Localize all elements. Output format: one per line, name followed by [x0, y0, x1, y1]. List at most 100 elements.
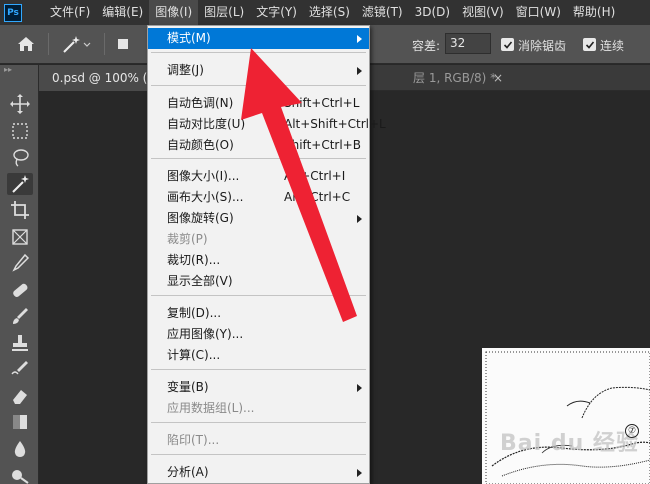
menu-item-3[interactable]: 图层(L): [198, 0, 250, 25]
tools-panel: ▸▸: [0, 65, 39, 484]
check-icon: [585, 40, 594, 49]
image-menu-item-8: 裁剪(P): [148, 229, 369, 250]
eraser-icon[interactable]: [7, 385, 33, 407]
eyedropper-icon[interactable]: [7, 252, 33, 274]
image-menu-item-14[interactable]: 变量(B): [148, 377, 369, 398]
image-menu-item-9[interactable]: 裁切(R)...: [148, 250, 369, 271]
image-menu-item-6[interactable]: 画布大小(S)... Alt+Ctrl+C: [148, 187, 369, 208]
menu-items: 文件(F) 编辑(E) 图像(I) 图层(L) 文字(Y) 选择(S) 滤镜(T) 3D(D)…: [44, 0, 621, 25]
image-menu-item-5[interactable]: 图像大小(I)... Alt+Ctrl+I: [148, 166, 369, 187]
menu-separator: [151, 422, 366, 423]
history-brush-icon[interactable]: [7, 358, 33, 380]
contiguous-checkbox[interactable]: [583, 38, 596, 51]
document-tab-title-rest[interactable]: 层 1, RGB/8) *: [413, 65, 496, 91]
image-menu-item-2[interactable]: 自动色调(N) Shift+Ctrl+L: [148, 93, 369, 114]
menu-item-shortcut: Alt+Ctrl+C: [284, 190, 351, 204]
marquee-icon[interactable]: [7, 120, 33, 142]
brush-icon[interactable]: [7, 305, 33, 327]
antialias-checkbox[interactable]: [501, 38, 514, 51]
submenu-arrow-icon: [357, 469, 362, 477]
menu-item-0[interactable]: 文件(F): [44, 0, 96, 25]
image-menu-item-13[interactable]: 计算(C)...: [148, 345, 369, 366]
menu-separator: [151, 158, 366, 159]
blur-icon[interactable]: [7, 438, 33, 460]
menu-item-label: 应用图像(Y)...: [167, 327, 244, 341]
magic-wand-icon[interactable]: [7, 172, 33, 195]
antialias-label: 消除锯齿: [518, 39, 567, 53]
menu-separator: [151, 369, 366, 370]
stamp-icon[interactable]: [7, 332, 33, 354]
menu-item-5[interactable]: 选择(S): [303, 0, 356, 25]
menu-item-label: 画布大小(S)...: [167, 190, 244, 204]
menu-item-shortcut: Shift+Ctrl+L: [284, 96, 360, 110]
close-tab-icon[interactable]: ×: [493, 65, 503, 91]
move-icon[interactable]: [7, 93, 33, 115]
image-menu-item-3[interactable]: 自动对比度(U) Alt+Shift+Ctrl+L: [148, 114, 386, 135]
menu-item-label: 自动色调(N): [167, 96, 234, 110]
menu-item-label: 分析(A): [167, 465, 209, 479]
submenu-arrow-icon: [357, 384, 362, 392]
photoshop-logo-icon[interactable]: Ps: [4, 3, 22, 22]
panel-grip-icon[interactable]: ▸▸: [4, 66, 22, 74]
menu-separator: [151, 52, 366, 53]
frame-icon[interactable]: [7, 226, 33, 248]
healing-icon[interactable]: [7, 279, 33, 301]
new-selection-icon[interactable]: [118, 39, 128, 49]
menu-item-7[interactable]: 3D(D): [409, 0, 456, 25]
document-image: [482, 348, 650, 484]
image-menu-item-10[interactable]: 显示全部(V): [148, 271, 369, 292]
document-tab[interactable]: 0.psd @ 100% (图: [39, 65, 147, 91]
dodge-icon[interactable]: [7, 464, 33, 484]
menu-item-label: 模式(M): [167, 31, 211, 45]
image-menu-item-16: 陷印(T)...: [148, 430, 369, 451]
menu-item-label: 图像大小(I)...: [167, 169, 240, 183]
menu-item-4[interactable]: 文字(Y): [250, 0, 303, 25]
lasso-icon[interactable]: [7, 146, 33, 168]
crop-icon[interactable]: [7, 199, 33, 221]
menu-item-6[interactable]: 滤镜(T): [356, 0, 409, 25]
image-menu-item-17[interactable]: 分析(A): [148, 462, 369, 483]
menu-item-label: 裁剪(P): [167, 232, 208, 246]
menu-item-label: 自动颜色(O): [167, 138, 234, 152]
menu-item-label: 显示全部(V): [167, 274, 233, 288]
magic-wand-preset-icon[interactable]: [60, 33, 92, 55]
menu-item-2[interactable]: 图像(I): [149, 0, 199, 25]
gradient-icon[interactable]: [7, 411, 33, 433]
menu-item-9[interactable]: 窗口(W): [510, 0, 567, 25]
menu-item-label: 应用数据组(L)...: [167, 401, 255, 415]
image-menu-item-12[interactable]: 应用图像(Y)...: [148, 324, 369, 345]
options-divider: [104, 33, 105, 55]
image-menu-item-0[interactable]: 模式(M): [148, 28, 369, 49]
menu-item-label: 自动对比度(U): [167, 117, 246, 131]
menu-item-1[interactable]: 编辑(E): [96, 0, 149, 25]
menu-separator: [151, 454, 366, 455]
menu-item-8[interactable]: 视图(V): [456, 0, 510, 25]
tolerance-label: 容差:: [412, 39, 441, 53]
image-menu-item-1[interactable]: 调整(J): [148, 60, 369, 81]
image-menu-item-4[interactable]: 自动颜色(O) Shift+Ctrl+B: [148, 135, 369, 156]
menu-item-shortcut: Alt+Shift+Ctrl+L: [284, 117, 386, 131]
menu-item-label: 变量(B): [167, 380, 209, 394]
menu-item-label: 裁切(R)...: [167, 253, 221, 267]
image-menu-item-7[interactable]: 图像旋转(G): [148, 208, 369, 229]
submenu-arrow-icon: [357, 215, 362, 223]
tolerance-input[interactable]: 32: [445, 33, 491, 54]
options-divider: [48, 33, 49, 55]
check-icon: [503, 40, 512, 49]
submenu-arrow-icon: [357, 35, 362, 43]
menu-item-10[interactable]: 帮助(H): [567, 0, 621, 25]
menu-bar: Ps 文件(F) 编辑(E) 图像(I) 图层(L) 文字(Y) 选择(S) 滤镜(T) 3D…: [0, 0, 650, 25]
menu-separator: [151, 295, 366, 296]
menu-item-label: 调整(J): [167, 63, 204, 77]
contiguous-label: 连续: [600, 39, 625, 53]
menu-item-label: 计算(C)...: [167, 348, 221, 362]
home-icon[interactable]: [16, 35, 36, 53]
watermark-text: Bai du 经验: [500, 431, 639, 456]
image-menu-item-11[interactable]: 复制(D)...: [148, 303, 369, 324]
map-marker-label: ⑦: [625, 424, 639, 438]
submenu-arrow-icon: [357, 67, 362, 75]
image-menu-dropdown: 模式(M) 调整(J) 自动色调(N) Shift+Ctrl+L 自动对比度(U) Alt…: [147, 25, 386, 484]
menu-item-shortcut: Shift+Ctrl+B: [284, 138, 361, 152]
menu-separator: [151, 85, 366, 86]
image-menu-item-15: 应用数据组(L)...: [148, 398, 369, 419]
